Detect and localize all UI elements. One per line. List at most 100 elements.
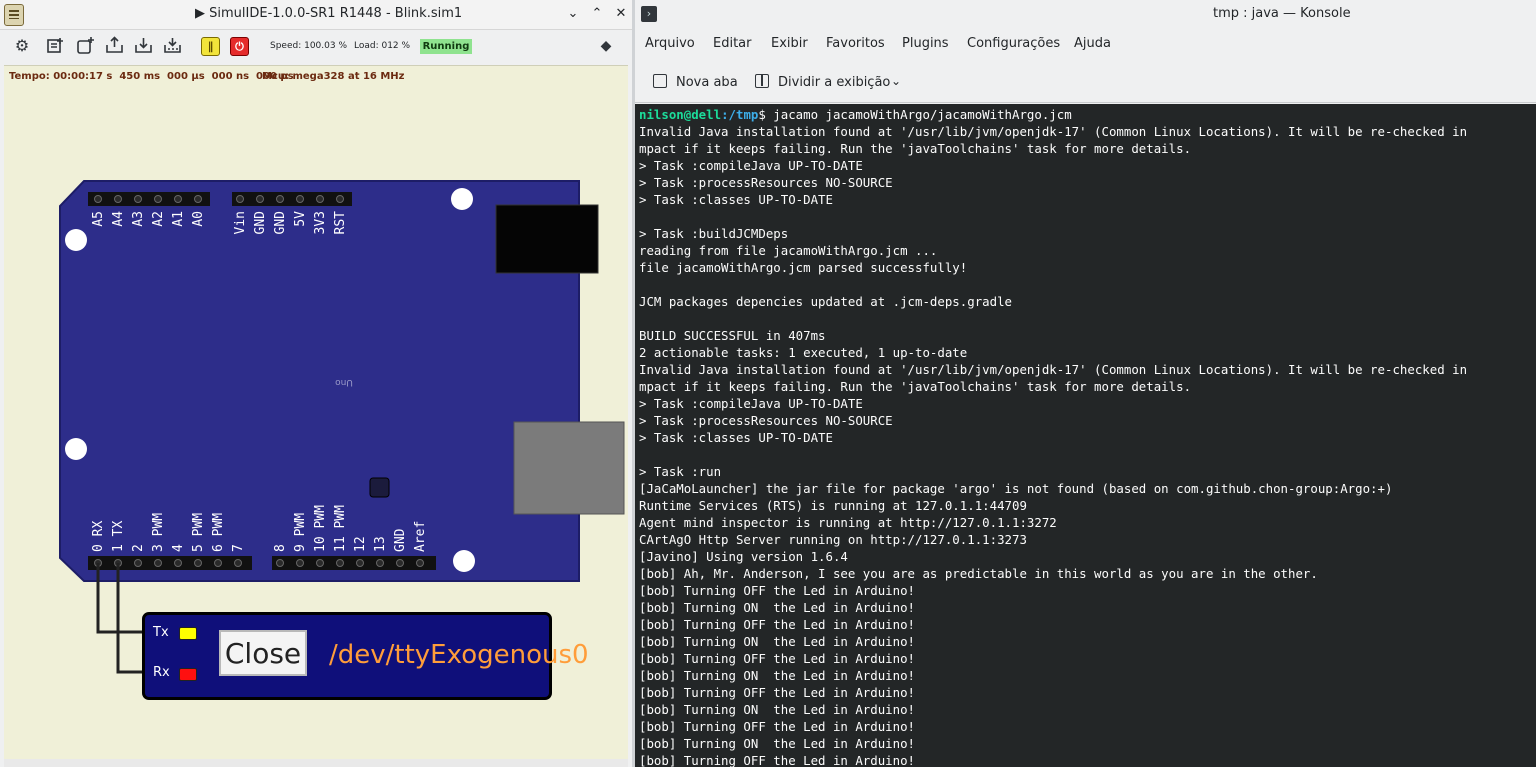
pin-label: Aref	[413, 521, 428, 552]
header-pin	[114, 195, 122, 203]
gear-icon[interactable]: ⚙	[12, 36, 32, 56]
terminal-line: Runtime Services (RTS) is running at 127…	[639, 498, 1027, 513]
header-pin	[194, 195, 202, 203]
header-pin	[416, 559, 424, 567]
terminal-line: > Task :processResources NO-SOURCE	[639, 175, 893, 190]
pin-label: Vin	[233, 211, 248, 234]
terminal-line: [bob] Turning OFF the Led in Arduino!	[639, 651, 916, 666]
chevron-down-icon[interactable]: ⌄	[564, 5, 582, 23]
terminal-line: [bob] Turning ON the Led in Arduino!	[639, 600, 916, 615]
open-icon[interactable]	[105, 36, 125, 56]
header-pin	[174, 559, 182, 567]
add-file-icon[interactable]	[76, 36, 96, 56]
terminal-line: [Javino] Using version 1.6.4	[639, 549, 848, 564]
terminal-line: mpact if it keeps failing. Run the 'java…	[639, 379, 1192, 394]
close-icon[interactable]: ✕	[612, 5, 630, 23]
pin-label: A1	[171, 211, 186, 227]
prompt-user: nilson@dell	[639, 107, 722, 122]
terminal-lines: nilson@dell:/tmp$ jacamo jacamoWithArgo/…	[639, 106, 1467, 767]
menu-favoritos[interactable]: Favoritos	[826, 36, 885, 51]
header-pin	[154, 559, 162, 567]
konsole-titlebar: › tmp : java — Konsole	[635, 0, 1536, 28]
pin-label: A4	[111, 211, 126, 227]
header-pin	[134, 559, 142, 567]
terminal-line: [bob] Turning OFF the Led in Arduino!	[639, 617, 916, 632]
terminal-line: reading from file jacamoWithArgo.jcm ...	[639, 243, 938, 258]
chevron-up-icon[interactable]: ⌃	[588, 5, 606, 23]
simulide-window: ▶ SimulIDE-1.0.0-SR1 R1448 - Blink.sim1 …	[0, 0, 632, 767]
tx-led	[179, 627, 197, 640]
terminal-line: > Task :classes UP-TO-DATE	[639, 192, 833, 207]
mounting-hole	[453, 550, 475, 572]
terminal-line: [bob] Turning OFF the Led in Arduino!	[639, 719, 916, 734]
save-icon[interactable]	[134, 36, 154, 56]
terminal-line: JCM packages depencies updated at .jcm-d…	[639, 294, 1012, 309]
serial-port-widget: Tx Rx Close /dev/ttyExogenous0	[142, 612, 589, 700]
new-tab-button[interactable]: Nova aba	[676, 75, 738, 90]
header-strip	[88, 556, 252, 570]
header-pin	[276, 559, 284, 567]
menu-configuracoes[interactable]: Configurações	[967, 36, 1060, 51]
load-readout: Load: 012 %	[354, 41, 411, 51]
pin-label: 7	[231, 544, 246, 552]
simulide-toolbar: ⚙ ∥ ⏻ Speed: 100.03 % Load: 012 % Runnin…	[0, 30, 632, 64]
pin-label: 5V	[293, 211, 308, 227]
pin-label: 8	[273, 544, 288, 552]
pin-label: 6 PWM	[211, 513, 226, 552]
terminal-line: [bob] Turning ON the Led in Arduino!	[639, 702, 916, 717]
split-view-button[interactable]: Dividir a exibição	[778, 75, 890, 90]
new-circuit-icon[interactable]	[46, 36, 66, 56]
power-icon[interactable]: ⏻	[230, 37, 249, 56]
pin-label: 13	[373, 536, 388, 552]
close-button[interactable]: Close	[219, 630, 307, 676]
menu-ajuda[interactable]: Ajuda	[1074, 36, 1111, 51]
terminal-line: > Task :compileJava UP-TO-DATE	[639, 396, 863, 411]
info-icon[interactable]: ◆	[596, 36, 616, 56]
terminal-line: file jacamoWithArgo.jcm parsed successfu…	[639, 260, 968, 275]
window-title: ▶ SimulIDE-1.0.0-SR1 R1448 - Blink.sim1	[195, 6, 463, 21]
header-strip	[232, 192, 352, 206]
header-pin	[396, 559, 404, 567]
circuit-canvas[interactable]: Tempo: 00:00:17 s 450 ms 000 µs 000 ns 0…	[4, 65, 628, 760]
board-model-label: Uno	[335, 377, 353, 387]
horizontal-scrollbar[interactable]	[4, 759, 628, 767]
new-tab-icon[interactable]	[653, 74, 667, 88]
save-as-icon[interactable]	[163, 36, 183, 56]
header-pin	[256, 195, 264, 203]
header-pin	[336, 559, 344, 567]
rx-label: Rx	[153, 665, 170, 680]
pin-label: RST	[333, 211, 348, 235]
header-strip	[88, 192, 210, 206]
simulide-app-icon	[4, 4, 24, 26]
mounting-hole	[65, 438, 87, 460]
menu-plugins[interactable]: Plugins	[902, 36, 949, 51]
terminal-line: > Task :compileJava UP-TO-DATE	[639, 158, 863, 173]
terminal-line: > Task :run	[639, 464, 722, 479]
split-view-icon[interactable]	[755, 74, 769, 88]
header-pin	[296, 559, 304, 567]
power-jack	[495, 204, 599, 274]
tx-label: Tx	[153, 625, 169, 640]
menu-editar[interactable]: Editar	[713, 36, 752, 51]
menu-arquivo[interactable]: Arquivo	[645, 36, 695, 51]
serial-port-name: /dev/ttyExogenous0	[329, 640, 589, 670]
pause-icon[interactable]: ∥	[201, 37, 220, 56]
header-pin	[94, 195, 102, 203]
pin-label: GND	[393, 528, 408, 552]
header-pin	[154, 195, 162, 203]
menu-exibir[interactable]: Exibir	[771, 36, 808, 51]
pin-label: A5	[91, 211, 106, 227]
pin-label: 3V3	[313, 211, 328, 234]
chevron-down-icon[interactable]: ⌄	[891, 74, 901, 88]
pin-label: 1 TX	[111, 521, 126, 552]
header-pin	[276, 195, 284, 203]
terminal-line: [bob] Turning OFF the Led in Arduino!	[639, 685, 916, 700]
terminal-line: [bob] Turning OFF the Led in Arduino!	[639, 583, 916, 598]
terminal-output[interactable]: nilson@dell:/tmp$ jacamo jacamoWithArgo/…	[635, 104, 1536, 767]
terminal-line: Agent mind inspector is running at http:…	[639, 515, 1057, 530]
prompt-command: $ jacamo jacamoWithArgo/jacamoWithArgo.j…	[758, 107, 1072, 122]
